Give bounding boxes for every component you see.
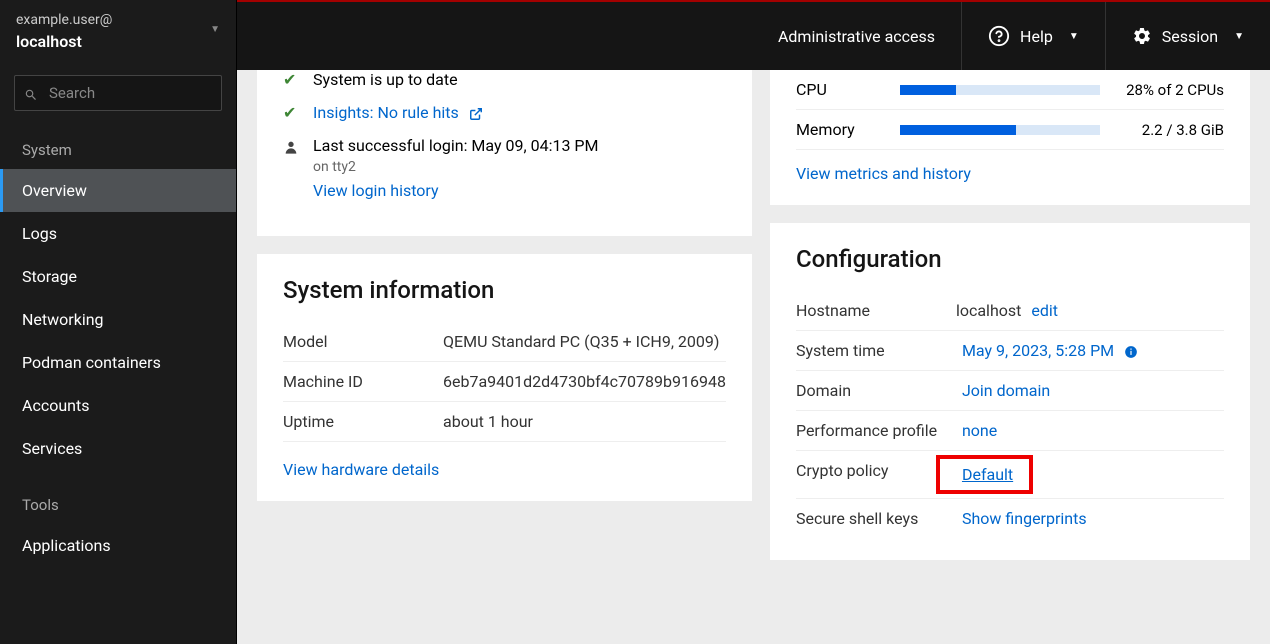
sysinfo-card: System information Model QEMU Standard P…: [257, 254, 752, 501]
machine-id-value: 6eb7a9401d2d4730bf4c70789b916948: [443, 372, 726, 391]
systime-link[interactable]: May 9, 2023, 5:28 PM: [962, 341, 1114, 360]
login-history-link[interactable]: View login history: [313, 181, 599, 200]
config-title: Configuration: [796, 245, 1224, 273]
sidebar-item-applications[interactable]: Applications: [0, 524, 236, 567]
host-name: localhost: [16, 32, 220, 51]
nav-section-system: System: [0, 131, 236, 169]
uptime-value: about 1 hour: [443, 412, 726, 431]
hostname-value: localhost: [956, 301, 1021, 320]
help-label: Help: [1020, 27, 1053, 46]
chevron-down-icon: ▼: [210, 24, 220, 35]
topbar: Administrative access Help ▼ Session ▼: [237, 0, 1270, 70]
check-icon: ✔: [283, 70, 301, 89]
login-label: Last successful login:: [313, 136, 471, 155]
sidebar-item-podman[interactable]: Podman containers: [0, 341, 236, 384]
cpu-value: 28% of 2 CPUs: [1114, 81, 1224, 99]
health-card: ✔ System is up to date ✔ Insights: No ru…: [257, 70, 752, 236]
crypto-policy-link[interactable]: Default: [962, 465, 1013, 484]
health-uptodate: System is up to date: [313, 70, 458, 89]
config-card: Configuration Hostname localhost edit Sy…: [770, 223, 1250, 560]
login-tty: on tty2: [313, 159, 599, 175]
sidebar-item-services[interactable]: Services: [0, 427, 236, 470]
insights-link[interactable]: Insights: No rule hits: [313, 103, 459, 122]
check-icon: ✔: [283, 103, 301, 122]
admin-access-button[interactable]: Administrative access: [752, 2, 961, 70]
admin-access-label: Administrative access: [778, 27, 935, 46]
join-domain-link[interactable]: Join domain: [962, 381, 1050, 400]
sidebar-item-overview[interactable]: Overview: [0, 169, 236, 212]
nav-section-tools: Tools: [0, 486, 236, 524]
help-button[interactable]: Help ▼: [961, 2, 1105, 70]
model-value: QEMU Standard PC (Q35 + ICH9, 2009): [443, 332, 726, 351]
memory-value: 2.2 / 3.8 GiB: [1114, 121, 1224, 139]
chevron-down-icon: ▼: [1069, 31, 1079, 42]
session-button[interactable]: Session ▼: [1105, 2, 1270, 70]
crypto-label: Crypto policy: [796, 461, 956, 488]
metrics-link[interactable]: View metrics and history: [796, 164, 1224, 183]
person-icon: [283, 136, 301, 155]
sidebar: example.user@ localhost ▼ System Overvie…: [0, 0, 237, 644]
info-icon: [1124, 341, 1138, 360]
host-user: example.user@: [16, 12, 220, 28]
memory-bar: [900, 125, 1100, 135]
external-link-icon[interactable]: [469, 103, 483, 122]
memory-label: Memory: [796, 120, 886, 139]
search-input[interactable]: [14, 75, 222, 111]
hardware-details-link[interactable]: View hardware details: [283, 460, 726, 479]
chevron-down-icon: ▼: [1234, 31, 1244, 42]
help-icon: [988, 25, 1010, 47]
cpu-bar: [900, 85, 1100, 95]
search-icon: [24, 84, 38, 103]
crypto-highlight: Default: [936, 455, 1033, 494]
machine-id-label: Machine ID: [283, 372, 443, 391]
model-label: Model: [283, 332, 443, 351]
usage-card: CPU 28% of 2 CPUs Memory 2.2 / 3.8 GiB V…: [770, 70, 1250, 205]
cpu-label: CPU: [796, 80, 886, 99]
hostname-label: Hostname: [796, 301, 956, 320]
perf-profile-link[interactable]: none: [962, 421, 997, 440]
sysinfo-title: System information: [283, 276, 726, 304]
session-label: Session: [1162, 27, 1218, 46]
sidebar-item-networking[interactable]: Networking: [0, 298, 236, 341]
sidebar-item-logs[interactable]: Logs: [0, 212, 236, 255]
uptime-label: Uptime: [283, 412, 443, 431]
ssh-fingerprints-link[interactable]: Show fingerprints: [962, 509, 1087, 528]
host-dropdown[interactable]: example.user@ localhost ▼: [0, 0, 236, 63]
domain-label: Domain: [796, 381, 956, 400]
login-time: May 09, 04:13 PM: [471, 136, 598, 155]
ssh-label: Secure shell keys: [796, 509, 956, 528]
sidebar-item-storage[interactable]: Storage: [0, 255, 236, 298]
gear-icon: [1132, 26, 1152, 47]
systime-label: System time: [796, 341, 956, 360]
hostname-edit-link[interactable]: edit: [1031, 301, 1058, 320]
sidebar-item-accounts[interactable]: Accounts: [0, 384, 236, 427]
perf-label: Performance profile: [796, 421, 956, 440]
